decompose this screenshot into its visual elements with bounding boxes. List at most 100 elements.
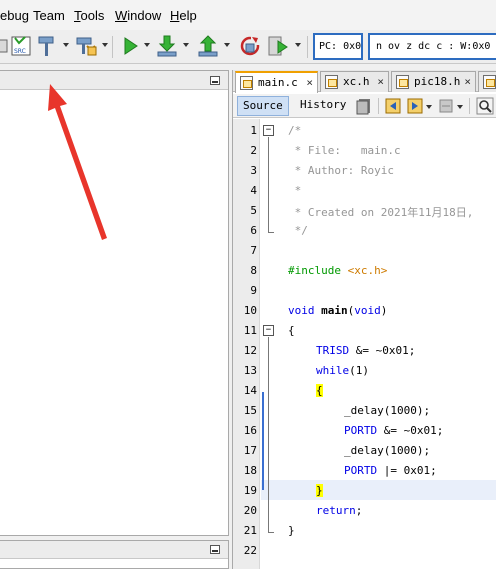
toolbar-separator (469, 98, 470, 114)
line-number: 18 (243, 464, 257, 477)
chevron-down-icon[interactable] (295, 43, 301, 47)
line-number: 11 (243, 324, 257, 337)
fold-toggle-icon[interactable]: − (263, 125, 274, 136)
bookmark-icon[interactable] (437, 97, 455, 115)
run-icon[interactable] (118, 34, 142, 58)
keyword: void (354, 304, 381, 317)
line-number: 19 (243, 484, 257, 497)
line-number: 17 (243, 444, 257, 457)
close-icon[interactable]: × (377, 72, 384, 91)
chevron-down-icon[interactable] (102, 43, 108, 47)
code-line-20: return; (316, 504, 362, 517)
code-line-21: } (288, 524, 295, 537)
code-line-10: void main(void) (288, 304, 388, 317)
code-line-5: * Created on 2021年11月18日, (288, 206, 480, 219)
identifier: TRISD (316, 344, 350, 357)
chevron-down-icon[interactable] (224, 43, 230, 47)
line-number: 10 (243, 304, 257, 317)
menu-tools[interactable]: Tools (74, 8, 104, 23)
line-number: 12 (243, 344, 257, 357)
menu-help[interactable]: Help (170, 8, 197, 23)
left-panel-header (0, 71, 228, 90)
menu-bar: ebug Team Tools Window Help (0, 0, 496, 30)
editor-tabs: main.c × xc.h × pic18.h × (233, 70, 496, 93)
line-number: 13 (243, 364, 257, 377)
tab-pic18-h[interactable]: pic18.h × (391, 71, 476, 92)
left-panel (0, 70, 229, 536)
clean-build-icon[interactable] (75, 34, 99, 58)
upload-icon[interactable] (196, 34, 220, 58)
menu-window[interactable]: Window (115, 8, 161, 23)
code-editor: main.c × xc.h × pic18.h × Source History (232, 70, 496, 569)
toolbar-separator (112, 36, 113, 58)
fold-toggle-icon[interactable]: − (263, 325, 274, 336)
left-panel-bottom-header (0, 541, 228, 559)
tab-xc-h[interactable]: xc.h × (320, 71, 389, 92)
chevron-down-icon[interactable] (183, 43, 189, 47)
partial-icon[interactable] (0, 34, 8, 58)
line-number: 14 (243, 384, 257, 397)
include-directive: #include (288, 264, 341, 277)
last-edit-icon[interactable] (355, 97, 373, 115)
line-number: 5 (250, 204, 257, 217)
menu-team[interactable]: Team (33, 8, 65, 23)
tab-label: pic18.h (414, 75, 461, 88)
code-text: &= ~0x01; (349, 344, 416, 357)
forward-icon[interactable] (406, 97, 424, 115)
chevron-down-icon[interactable] (63, 43, 69, 47)
chevron-down-icon[interactable] (144, 43, 150, 47)
code-line-14: { (316, 384, 323, 397)
back-icon[interactable] (384, 97, 402, 115)
code-line-11: { (288, 324, 295, 337)
minimize-icon[interactable] (210, 76, 220, 85)
line-number-gutter: 1 2 3 4 5 6 7 8 9 10 11 12 13 14 15 16 1… (233, 119, 260, 569)
menu-debug[interactable]: ebug (0, 8, 29, 23)
brace-match: } (316, 484, 323, 497)
line-number: 22 (243, 544, 257, 557)
line-number: 6 (250, 224, 257, 237)
code-line-12: TRISD &= ~0x01; (316, 344, 415, 357)
file-icon (240, 76, 253, 90)
file-icon (325, 75, 338, 89)
keyword: return (316, 504, 356, 517)
current-line-highlight (261, 480, 496, 500)
code-text: |= 0x01; (377, 464, 437, 477)
tab-label: main.c (258, 76, 298, 89)
chevron-down-icon[interactable] (426, 105, 432, 109)
block-scope-marker (262, 392, 264, 490)
line-number: 7 (250, 244, 257, 257)
debug-project-icon[interactable] (266, 34, 290, 58)
left-panel-bottom (0, 540, 229, 569)
fold-guide (268, 137, 269, 232)
minimize-icon[interactable] (210, 545, 220, 554)
line-number: 4 (250, 184, 257, 197)
hammer-build-icon[interactable] (35, 34, 59, 58)
status-flags-display: n ov z dc c : W:0x0 (368, 33, 496, 60)
history-tab-button[interactable]: History (295, 96, 351, 116)
tab-overflow[interactable] (478, 71, 496, 92)
search-icon[interactable] (476, 97, 494, 115)
keyword: void (288, 304, 315, 317)
file-icon (396, 75, 409, 89)
code-text: (1) (349, 364, 369, 377)
code-line-8: #include <xc.h> (288, 264, 387, 277)
code-line-2: * File: main.c (288, 144, 401, 157)
tab-label: xc.h (343, 75, 370, 88)
identifier: PORTD (344, 424, 378, 437)
fold-guide (268, 337, 269, 532)
source-tab-button[interactable]: Source (237, 96, 289, 116)
line-number: 9 (250, 284, 257, 297)
download-icon[interactable] (155, 34, 179, 58)
line-number: 8 (250, 264, 257, 277)
chevron-down-icon[interactable] (457, 105, 463, 109)
reset-icon[interactable] (238, 34, 262, 58)
build-src-icon[interactable]: SRC (9, 34, 33, 58)
code-line-19: } (316, 484, 323, 497)
line-number: 3 (250, 164, 257, 177)
close-icon[interactable]: × (464, 72, 471, 91)
close-icon[interactable]: × (306, 73, 313, 92)
include-path: <xc.h> (347, 264, 388, 277)
code-text: &= ~0x01; (377, 424, 444, 437)
tab-main-c[interactable]: main.c × (235, 71, 318, 93)
code-line-1: /* (288, 124, 302, 137)
